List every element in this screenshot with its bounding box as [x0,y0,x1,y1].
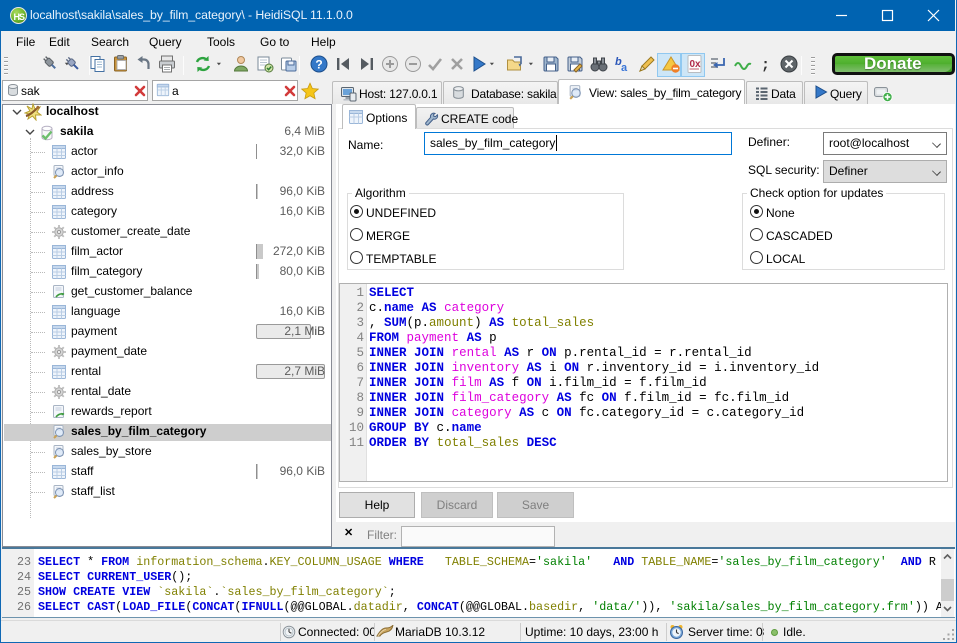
svg-text:?: ? [315,58,322,72]
svg-text:0x: 0x [690,59,702,70]
svg-text:;: ; [761,57,770,74]
svg-text:a: a [621,62,628,74]
